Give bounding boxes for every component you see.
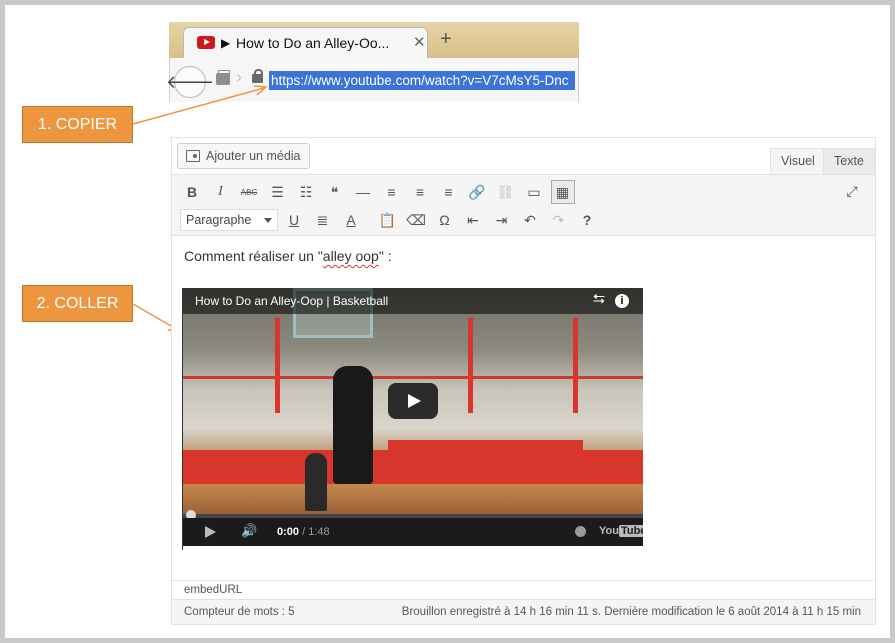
- youtube-favicon-icon: [197, 36, 215, 49]
- editor-toolbar: B I ABC ☰ ☷ ❝ — ≡ ≡ ≡ 🔗 ⛓ ▭ ▦ Paragraphe U ≣ A 📋 ⌫ Ω ⇤ ⇥ ↶ ↷? …: [172, 174, 875, 236]
- gym-floor: [183, 484, 643, 514]
- post-editor: Ajouter un média Visuel Texte B I ABC ☰ ☷ ❝ — ≡…: [171, 137, 876, 625]
- time-current: 0:00: [277, 526, 300, 538]
- youtube-logo-you: You: [599, 525, 619, 537]
- fullscreen-icon[interactable]: ⤢: [840, 179, 864, 203]
- read-more-icon[interactable]: ▭: [522, 180, 546, 204]
- browser-tab[interactable]: ▶ How to Do an Alley-Oo... ✕: [183, 27, 428, 58]
- unlink-icon[interactable]: ⛓: [494, 180, 518, 204]
- paste-callout: 2. COLLER: [22, 285, 133, 322]
- italic-icon[interactable]: I: [209, 180, 233, 204]
- volume-icon[interactable]: 🔊: [241, 523, 257, 539]
- outdent-icon[interactable]: ⇤: [461, 208, 485, 232]
- undo-icon[interactable]: ↶: [518, 208, 542, 232]
- editor-content[interactable]: Comment réaliser un "alley oop" : How to…: [172, 236, 875, 580]
- video-time: 0:00 / 1:48: [277, 526, 330, 538]
- element-path: embedURL: [172, 580, 875, 599]
- youtube-logo-tube: Tube: [618, 525, 643, 537]
- link-icon[interactable]: 🔗: [465, 180, 489, 204]
- add-media-button[interactable]: Ajouter un média: [177, 143, 310, 169]
- time-total: 1:48: [308, 526, 330, 538]
- browser-nav-bar: 🡐 › https://www.youtube.com/watch?v=V7cM…: [166, 58, 579, 102]
- add-media-label: Ajouter un média: [206, 149, 301, 163]
- numbered-list-icon[interactable]: ☷: [294, 180, 318, 204]
- clear-formatting-icon[interactable]: ⌫: [404, 208, 428, 232]
- paragraph-term: alley oop: [322, 248, 379, 264]
- align-right-icon[interactable]: ≡: [437, 180, 461, 204]
- player-figure: [305, 453, 327, 511]
- justify-icon[interactable]: ≣: [311, 208, 335, 232]
- align-left-icon[interactable]: ≡: [380, 180, 404, 204]
- share-icon[interactable]: ⮀: [593, 291, 605, 308]
- back-arrow-icon: 🡐: [165, 71, 215, 92]
- play-button-large[interactable]: [388, 383, 438, 419]
- lock-icon[interactable]: [252, 69, 263, 83]
- time-separator: /: [299, 526, 309, 538]
- format-select-value: Paragraphe: [186, 213, 252, 227]
- tab-text[interactable]: Texte: [823, 148, 875, 174]
- browser-tab-bar: ▶ How to Do an Alley-Oo... ✕ +: [169, 22, 579, 58]
- paragraph-prefix: Comment réaliser un ": [184, 248, 323, 264]
- blockquote-icon[interactable]: ❝: [323, 180, 347, 204]
- playing-icon: ▶: [221, 36, 231, 50]
- help-icon[interactable]: ?: [575, 208, 599, 232]
- tab-visual[interactable]: Visuel: [770, 148, 826, 174]
- settings-icon[interactable]: [575, 526, 586, 537]
- player-figure: [333, 366, 373, 484]
- horizontal-line-icon[interactable]: —: [351, 180, 375, 204]
- chevron-right-icon: ›: [236, 67, 242, 87]
- draft-saved-status: Brouillon enregistré à 14 h 16 min 11 s.…: [401, 606, 861, 618]
- indent-icon[interactable]: ⇥: [490, 208, 514, 232]
- youtube-embed[interactable]: How to Do an Alley-Oop | Basketball ⮀ i …: [183, 288, 643, 546]
- word-count: Compteur de mots : 5: [184, 606, 295, 618]
- bold-icon[interactable]: B: [180, 180, 204, 204]
- back-button[interactable]: 🡐: [166, 66, 214, 98]
- address-bar[interactable]: https://www.youtube.com/watch?v=V7cMsY5-…: [269, 71, 575, 90]
- media-icon: [186, 150, 200, 162]
- content-paragraph: Comment réaliser un "alley oop" :: [184, 248, 392, 264]
- copy-callout: 1. COPIER: [22, 106, 133, 143]
- paragraph-suffix: " :: [378, 248, 392, 264]
- format-select[interactable]: Paragraphe: [180, 209, 278, 231]
- gym-wall: [388, 440, 583, 488]
- status-bar: Compteur de mots : 5 Brouillon enregistr…: [172, 599, 875, 624]
- bullet-list-icon[interactable]: ☰: [266, 180, 290, 204]
- gym-beam: [468, 318, 473, 413]
- chevron-down-icon: [264, 218, 272, 223]
- close-tab-icon[interactable]: ✕: [413, 33, 426, 51]
- tab-title: How to Do an Alley-Oo...: [236, 35, 390, 51]
- align-center-icon[interactable]: ≡: [408, 180, 432, 204]
- video-title-bar: How to Do an Alley-Oop | Basketball ⮀ i: [183, 288, 643, 314]
- gym-beam: [573, 318, 578, 413]
- video-controls: 🔊 0:00 / 1:48 YouTube: [183, 518, 643, 546]
- info-icon[interactable]: i: [615, 294, 629, 308]
- strikethrough-icon[interactable]: ABC: [237, 180, 261, 204]
- toolbar-toggle-icon[interactable]: ▦: [550, 180, 575, 204]
- redo-icon[interactable]: ↷: [547, 208, 571, 232]
- page-info-icon[interactable]: [216, 70, 230, 85]
- youtube-logo[interactable]: YouTube: [599, 525, 643, 537]
- play-icon[interactable]: [205, 526, 216, 538]
- underline-icon[interactable]: U: [282, 208, 306, 232]
- gym-beam: [275, 318, 280, 413]
- browser-window: ▶ How to Do an Alley-Oo... ✕ + 🡐 › https…: [166, 22, 579, 102]
- new-tab-button[interactable]: +: [440, 28, 452, 51]
- special-character-icon[interactable]: Ω: [433, 208, 457, 232]
- video-title[interactable]: How to Do an Alley-Oop | Basketball: [195, 294, 388, 308]
- paste-as-text-icon[interactable]: 📋: [376, 208, 400, 232]
- text-color-icon[interactable]: A: [339, 208, 363, 232]
